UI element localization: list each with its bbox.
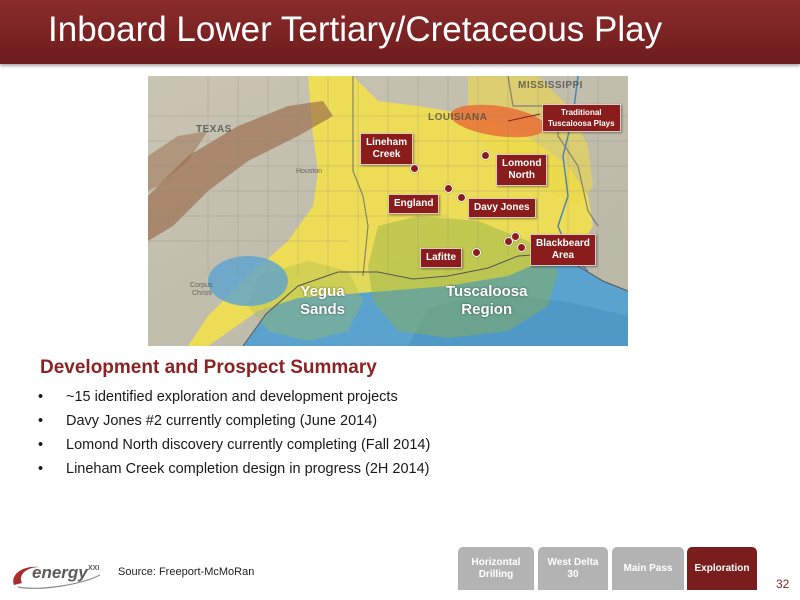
marker-blackbeard-3[interactable] xyxy=(517,243,526,252)
tab-main-pass[interactable]: Main Pass xyxy=(612,547,684,590)
callout-england[interactable]: England xyxy=(388,194,440,214)
louisiana-label: LOUISIANA xyxy=(428,112,488,123)
page-number: 32 xyxy=(776,577,790,591)
yegua-sands-label: Yegua Sands xyxy=(300,283,345,319)
lomond-line1: Lomond xyxy=(502,158,542,169)
callout-blackbeard-area[interactable]: Blackbeard Area xyxy=(530,234,596,266)
tab-label-line2: 30 xyxy=(567,568,579,580)
mississippi-label: MISSISSIPPI xyxy=(518,80,583,91)
marker-lineham-creek[interactable] xyxy=(410,164,419,173)
tab-label-line1: Horizontal xyxy=(471,556,521,568)
bullet-dot: • xyxy=(38,413,44,429)
callout-davy-jones[interactable]: Davy Jones xyxy=(468,198,536,218)
houston-label: Houston xyxy=(296,168,323,175)
tab-label: Horizontal Drilling xyxy=(472,557,521,581)
lomond-line2: North xyxy=(508,170,536,181)
tab-label: Exploration xyxy=(694,563,749,575)
tuscaloosa-region-label: Tuscaloosa Region xyxy=(446,283,527,319)
tuscaloosa-line2: Region xyxy=(461,301,513,318)
blackbeard-line2: Area xyxy=(551,250,575,261)
slide-title: Inboard Lower Tertiary/Cretaceous Play xyxy=(48,10,663,49)
tuscaloosa-line1: Tuscaloosa xyxy=(446,283,528,300)
traditional-line1: Traditional xyxy=(561,108,602,117)
callout-lomond-north[interactable]: Lomond North xyxy=(496,154,548,186)
bullet-dot: • xyxy=(38,389,44,405)
tab-label: Main Pass xyxy=(624,563,673,575)
logo-text: energy xyxy=(32,563,88,582)
callout-traditional-tuscaloosa[interactable]: Traditional Tuscaloosa Plays xyxy=(542,104,621,132)
bullet-item: • Lomond North discovery currently comple… xyxy=(38,436,430,460)
marker-blackbeard-2[interactable] xyxy=(504,237,513,246)
company-logo: energy XXI xyxy=(10,561,110,589)
blackbeard-line1: Blackbeard xyxy=(536,238,590,249)
marker-england[interactable] xyxy=(444,184,453,193)
corpus-christi-label-line2: Christi xyxy=(192,290,212,297)
tab-label-line1: Exploration xyxy=(694,562,750,574)
lineham-line1: Lineham xyxy=(366,137,408,148)
yegua-line1: Yegua xyxy=(300,283,345,300)
tab-label-line1: West Delta xyxy=(547,556,599,568)
bullet-dot: • xyxy=(38,437,44,453)
bullet-text: ~15 identified exploration and developme… xyxy=(66,389,398,405)
bullet-dot: • xyxy=(38,461,44,477)
marker-lomond-north[interactable] xyxy=(481,151,490,160)
bullet-text: Lomond North discovery currently complet… xyxy=(66,437,431,453)
callout-lafitte[interactable]: Lafitte xyxy=(420,248,462,268)
bullet-item: • Lineham Creek completion design in prog… xyxy=(38,460,430,484)
tab-exploration[interactable]: Exploration xyxy=(687,547,757,590)
texas-label: TEXAS xyxy=(196,124,232,135)
bullet-item: • Davy Jones #2 currently completing (Jun… xyxy=(38,412,430,436)
tab-label: West Delta 30 xyxy=(548,557,599,581)
lineham-line2: Creek xyxy=(372,149,401,160)
tab-horizontal-drilling[interactable]: Horizontal Drilling xyxy=(458,547,534,590)
source-note: Source: Freeport-McMoRan xyxy=(118,566,255,578)
play-map: MISSISSIPPI LOUISIANA TEXAS Houston Corp… xyxy=(148,76,628,346)
marker-lafitte[interactable] xyxy=(472,248,481,257)
summary-heading: Development and Prospect Summary xyxy=(40,357,377,378)
tab-label-line1: Main Pass xyxy=(623,562,673,574)
corpus-christi-label-line1: Corpus xyxy=(190,282,213,289)
bullet-item: • ~15 identified exploration and developm… xyxy=(38,388,430,412)
texas-blue-area xyxy=(208,256,288,306)
yegua-line2: Sands xyxy=(300,301,346,318)
logo-superscript: XXI xyxy=(88,565,100,572)
summary-bullet-list: • ~15 identified exploration and developm… xyxy=(38,388,430,484)
traditional-line2: Tuscaloosa Plays xyxy=(548,119,615,128)
bullet-text: Davy Jones #2 currently completing (June… xyxy=(66,413,378,429)
tab-label-line2: Drilling xyxy=(478,568,514,580)
bullet-text: Lineham Creek completion design in progr… xyxy=(66,461,430,477)
callout-lineham-creek[interactable]: Lineham Creek xyxy=(360,133,414,165)
title-bar: Inboard Lower Tertiary/Cretaceous Play xyxy=(0,0,800,64)
tab-west-delta-30[interactable]: West Delta 30 xyxy=(538,547,608,590)
marker-davy-jones[interactable] xyxy=(457,193,466,202)
